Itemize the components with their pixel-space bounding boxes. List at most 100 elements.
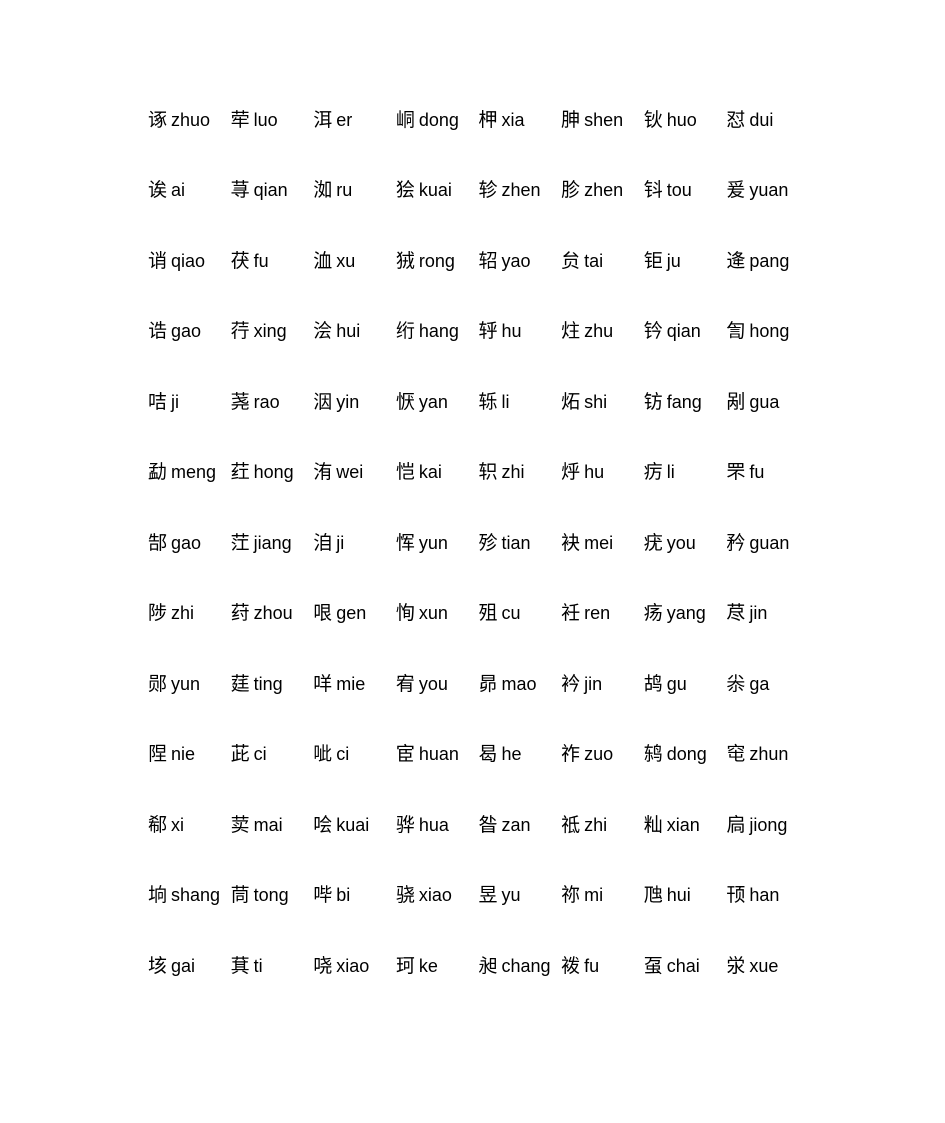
character-entry: 鸪 gu	[644, 673, 687, 696]
character-cell: 疣 you	[644, 508, 727, 579]
character-cell: 剐 gua	[726, 367, 809, 438]
pinyin-label: li	[666, 462, 675, 483]
pinyin-label: gen	[336, 603, 367, 624]
character-cell: 虺 hui	[644, 861, 727, 932]
hanzi-glyph: 籼	[643, 813, 663, 836]
pinyin-label: zuo	[584, 744, 614, 765]
pinyin-label: dui	[749, 109, 774, 130]
character-entry: 茯 fu	[231, 250, 269, 273]
character-cell: 殄 tian	[479, 508, 562, 579]
character-entry: 昴 mao	[479, 673, 537, 696]
character-cell: 曷 he	[479, 720, 562, 791]
pinyin-label: shen	[584, 109, 624, 130]
table-body: 诼 zhuo 荦 luo 洱 er 峒 dong 柙 xia 胂 shen 钬 huo 怼 dui 诶 ai 荨 qi…	[148, 85, 809, 1002]
character-cell: 洇 yin	[313, 367, 396, 438]
character-entry: 籼 xian	[644, 814, 700, 837]
character-entry: 荦 luo	[231, 109, 278, 132]
hanzi-glyph: 荭	[230, 461, 250, 484]
pinyin-label: guan	[749, 532, 790, 553]
pinyin-label: he	[501, 744, 522, 765]
character-cell: 恺 kai	[396, 438, 479, 509]
character-entry: 尜 ga	[726, 673, 769, 696]
character-cell: 洳 ru	[313, 156, 396, 227]
character-entry: 荩 jin	[726, 602, 767, 625]
pinyin-label: yun	[418, 532, 448, 553]
character-entry: 恽 yun	[396, 532, 448, 555]
hanzi-glyph: 烀	[561, 461, 581, 484]
hanzi-glyph: 珂	[395, 954, 415, 977]
hanzi-glyph: 萁	[230, 954, 250, 977]
character-entry: 狯 kuai	[396, 179, 452, 202]
hanzi-glyph: 殂	[478, 602, 498, 625]
character-entry: 茼 tong	[231, 884, 289, 907]
character-entry: 荮 zhou	[231, 602, 293, 625]
character-entry: 郗 xi	[148, 814, 184, 837]
character-entry: 哏 gen	[313, 602, 366, 625]
character-entry: 钤 qian	[644, 320, 701, 343]
character-cell: 钤 qian	[644, 297, 727, 368]
hanzi-glyph: 祚	[561, 743, 581, 766]
character-cell: 逄 pang	[726, 226, 809, 297]
table-row: 垧 shang 茼 tong 哔 bi 骁 xiao 昱 yu 祢 mi 虺 hui 顸 han	[148, 861, 809, 932]
hanzi-glyph: 恹	[395, 390, 415, 413]
character-entry: 钭 tou	[644, 179, 692, 202]
hanzi-glyph: 垧	[148, 884, 168, 907]
character-entry: 胂 shen	[561, 109, 623, 132]
character-entry: 祗 zhi	[561, 814, 607, 837]
character-entry: 诼 zhuo	[148, 109, 210, 132]
character-entry: 哔 bi	[313, 884, 350, 907]
pinyin-label: gua	[749, 391, 780, 412]
character-entry: 骅 hua	[396, 814, 449, 837]
character-entry: 虺 hui	[644, 884, 691, 907]
hanzi-glyph: 洧	[313, 461, 333, 484]
character-entry: 顸 han	[726, 884, 779, 907]
character-entry: 浍 hui	[313, 320, 360, 343]
character-entry: 贠 tai	[561, 250, 603, 273]
hanzi-glyph: 昱	[478, 884, 498, 907]
hanzi-glyph: 哏	[313, 602, 333, 625]
hanzi-glyph: 垓	[148, 954, 168, 977]
character-entry: 峒 dong	[396, 109, 459, 132]
character-cell: 诼 zhuo	[148, 85, 231, 156]
pinyin-label: jiong	[749, 814, 788, 835]
character-cell: 垧 shang	[148, 861, 231, 932]
pinyin-label: hong	[749, 321, 790, 342]
character-cell: 恽 yun	[396, 508, 479, 579]
pinyin-label: chang	[501, 955, 551, 976]
character-cell: 垓 gai	[148, 931, 231, 1002]
character-cell: 骅 hua	[396, 790, 479, 861]
pinyin-label: xu	[336, 250, 356, 271]
hanzi-glyph: 曷	[478, 743, 498, 766]
character-entry: 宥 you	[396, 673, 448, 696]
pinyin-label: you	[666, 532, 696, 553]
character-entry: 宦 huan	[396, 743, 459, 766]
hanzi-glyph: 骁	[395, 884, 415, 907]
pinyin-label: ji	[171, 391, 180, 412]
character-entry: 钫 fang	[644, 391, 702, 414]
pinyin-label: hui	[336, 321, 361, 342]
pinyin-label: mai	[253, 814, 283, 835]
character-cell: 殂 cu	[479, 579, 562, 650]
character-cell: 轵 zhi	[479, 438, 562, 509]
character-entry: 昝 zan	[479, 814, 531, 837]
hanzi-glyph: 咩	[313, 672, 333, 695]
character-entry: 剐 gua	[726, 391, 779, 414]
character-entry: 爰 yuan	[726, 179, 788, 202]
hanzi-glyph: 钫	[643, 390, 663, 413]
character-entry: 袂 mei	[561, 532, 613, 555]
character-entry: 绗 hang	[396, 320, 459, 343]
character-entry: 轵 zhi	[479, 461, 525, 484]
character-entry: 骁 xiao	[396, 884, 452, 907]
character-entry: 曷 he	[479, 743, 522, 766]
hanzi-glyph: 昶	[478, 954, 498, 977]
character-entry: 萁 ti	[231, 955, 263, 978]
character-entry: 茈 ci	[231, 743, 267, 766]
character-cell: 诶 ai	[148, 156, 231, 227]
character-cell: 昝 zan	[479, 790, 562, 861]
character-cell: 荮 zhou	[231, 579, 314, 650]
character-cell: 钫 fang	[644, 367, 727, 438]
character-cell: 骁 xiao	[396, 861, 479, 932]
pinyin-label: fu	[253, 250, 269, 271]
character-cell: 胗 zhen	[561, 156, 644, 227]
character-cell: 怼 dui	[726, 85, 809, 156]
